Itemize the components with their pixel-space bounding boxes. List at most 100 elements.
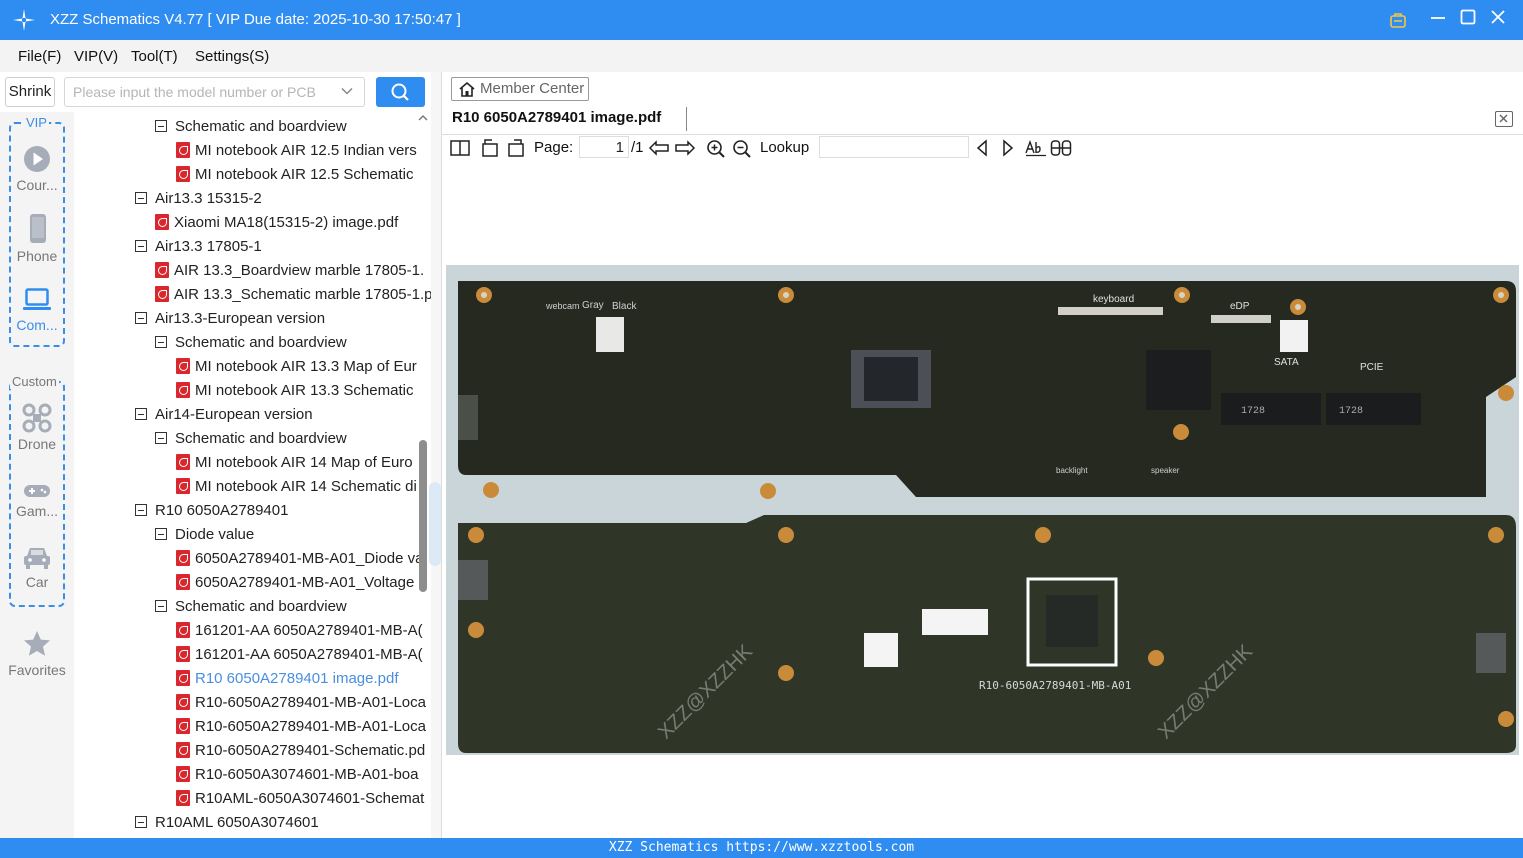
document-tab[interactable]: R10 6050A2789401 image.pdf <box>452 109 661 126</box>
vip-bag-icon[interactable] <box>1389 11 1407 29</box>
collapse-toggle-icon[interactable] <box>155 600 167 612</box>
tree-file-item[interactable]: MI notebook AIR 12.5 Schematic <box>176 163 413 187</box>
category-car[interactable]: Car <box>0 545 74 590</box>
tree-file-item[interactable]: R10-6050A2789401-MB-A01-Loca <box>176 715 426 739</box>
menu-settings[interactable]: Settings(S) <box>195 48 269 65</box>
previous-page-icon[interactable] <box>648 139 670 157</box>
tree-file-item[interactable]: R10-6050A2789401-MB-A01-Loca <box>176 691 426 715</box>
minimize-icon[interactable] <box>1426 8 1450 32</box>
category-phone[interactable]: Phone <box>0 213 74 264</box>
member-center-button[interactable]: Member Center <box>451 77 589 101</box>
splitter-handle[interactable] <box>429 482 441 566</box>
tree-folder-item[interactable]: Air13.3-European version <box>135 307 325 331</box>
tree-folder-item[interactable]: Schematic and boardview <box>155 115 347 139</box>
tree-file-item[interactable]: 161201-AA 6050A2789401-MB-A( <box>176 643 423 667</box>
shrink-button[interactable]: Shrink <box>5 77 55 107</box>
tree-folder-item[interactable]: Air13.3 15315-2 <box>135 187 262 211</box>
collapse-toggle-icon[interactable] <box>155 336 167 348</box>
tree-folder-item[interactable]: Diode value <box>155 523 254 547</box>
tree-item-label: 6050A2789401-MB-A01_Diode va <box>195 550 424 567</box>
pdf-file-icon <box>176 574 190 590</box>
category-drone[interactable]: Drone <box>0 403 74 452</box>
lookup-input[interactable] <box>819 136 969 158</box>
category-courses[interactable]: Cour... <box>0 144 74 193</box>
tree-file-item[interactable]: R10 6050A2789401 image.pdf <box>176 667 399 691</box>
scroll-up-icon[interactable] <box>418 114 428 125</box>
board-label: keyboard <box>1093 294 1134 305</box>
collapse-toggle-icon[interactable] <box>135 240 147 252</box>
tree-folder-item[interactable]: R10 6050A2789401 <box>135 499 288 523</box>
find-next-icon[interactable] <box>1001 139 1015 157</box>
next-page-icon[interactable] <box>674 139 696 157</box>
tree-file-item[interactable]: 161201-AA 6050A2789401-MB-A( <box>176 619 423 643</box>
collapse-toggle-icon[interactable] <box>135 504 147 516</box>
tree-item-label: MI notebook AIR 14 Schematic di <box>195 478 417 495</box>
vip-group-label: VIP <box>24 115 49 130</box>
close-icon[interactable] <box>1486 8 1510 32</box>
tree-folder-item[interactable]: Schematic and boardview <box>155 331 347 355</box>
two-page-icon[interactable] <box>450 139 470 157</box>
category-favorites[interactable]: Favorites <box>0 629 74 678</box>
collapse-toggle-icon[interactable] <box>135 192 147 204</box>
menu-file[interactable]: File(F) <box>18 48 61 65</box>
tree-file-item[interactable]: MI notebook AIR 14 Map of Euro <box>176 451 413 475</box>
chevron-down-icon[interactable] <box>340 84 354 101</box>
status-bar: XZZ Schematics https://www.xzztools.com <box>0 838 1523 858</box>
tree-file-item[interactable]: Xiaomi MA18(15315-2) image.pdf <box>155 211 398 235</box>
document-area[interactable]: webcam Gray Black keyboard eDP SATA PCIE… <box>442 162 1523 838</box>
category-computer[interactable]: Com... <box>0 286 74 333</box>
collapse-toggle-icon[interactable] <box>135 312 147 324</box>
tree-file-item[interactable]: MI notebook AIR 14 Schematic di <box>176 475 417 499</box>
rotate-right-icon[interactable] <box>506 139 526 157</box>
model-search-input[interactable]: Please input the model number or PCB <box>64 77 365 107</box>
tree-folder-item[interactable]: Schematic and boardview <box>155 427 347 451</box>
find-previous-icon[interactable] <box>975 139 989 157</box>
whole-word-icon[interactable] <box>1050 139 1072 157</box>
zoom-out-icon[interactable] <box>732 139 752 159</box>
zoom-in-icon[interactable] <box>706 139 726 159</box>
collapse-toggle-icon[interactable] <box>155 120 167 132</box>
tree-folder-item[interactable]: Air14-European version <box>135 403 313 427</box>
close-pane-icon[interactable] <box>1495 111 1513 127</box>
board-label: Black <box>612 301 637 312</box>
category-label: Car <box>25 574 49 590</box>
page-label: Page: <box>534 139 574 156</box>
tree-file-item[interactable]: R10-6050A3074601-MB-A01-boa <box>176 763 418 787</box>
tree-item-label: Air13.3 15315-2 <box>155 190 262 207</box>
tree-file-item[interactable]: MI notebook AIR 12.5 Indian vers <box>176 139 417 163</box>
model-tree: Schematic and boardview MI notebook AIR 1… <box>75 112 431 838</box>
pane-splitter[interactable] <box>429 72 441 838</box>
tree-file-item[interactable]: 6050A2789401-MB-A01_Voltage ( <box>176 571 424 595</box>
collapse-toggle-icon[interactable] <box>135 408 147 420</box>
tree-file-item[interactable]: R10-6050A2789401-Schematic.pd <box>176 739 425 763</box>
tree-file-item[interactable]: MI notebook AIR 13.3 Schematic <box>176 379 413 403</box>
collapse-toggle-icon[interactable] <box>135 816 147 828</box>
menu-tool[interactable]: Tool(T) <box>131 48 178 65</box>
tree-item-label: Air13.3 17805-1 <box>155 238 262 255</box>
tree-file-item[interactable]: MI notebook AIR 13.3 Map of Eur <box>176 355 417 379</box>
tree-file-item[interactable]: R10AML-6050A3074601-Schemat <box>176 787 424 811</box>
lookup-label: Lookup <box>760 139 810 156</box>
search-button[interactable] <box>376 77 425 107</box>
maximize-icon[interactable] <box>1456 8 1480 32</box>
tree-item-label: R10 6050A2789401 <box>155 502 289 519</box>
tree-folder-item[interactable]: Schematic and boardview <box>155 595 347 619</box>
tree-file-item[interactable]: AIR 13.3_Boardview marble 17805-1. <box>155 259 424 283</box>
tree-item-label: R10-6050A2789401-Schematic.pd <box>195 742 426 759</box>
tree-folder-item[interactable]: R10AML 6050A3074601 <box>135 811 319 835</box>
laptop-icon <box>23 288 51 310</box>
tree-scrollbar[interactable] <box>419 440 427 592</box>
tree-folder-item[interactable]: Air13.3 17805-1 <box>135 235 262 259</box>
category-sidebar: VIP Cour... Phone Com... Custom Drone Ga… <box>0 112 74 838</box>
category-game[interactable]: Gam... <box>0 480 74 519</box>
page-number-input[interactable]: 1 <box>579 136 629 158</box>
menu-vip[interactable]: VIP(V) <box>74 48 118 65</box>
tree-item-label: Schematic and boardview <box>175 334 347 351</box>
rotate-left-icon[interactable] <box>480 139 500 157</box>
collapse-toggle-icon[interactable] <box>155 528 167 540</box>
viewer-toolbar: Page: 1 /1 Lookup <box>442 135 1523 161</box>
tree-file-item[interactable]: AIR 13.3_Schematic marble 17805-1.p <box>155 283 431 307</box>
match-case-icon[interactable] <box>1025 139 1047 157</box>
collapse-toggle-icon[interactable] <box>155 432 167 444</box>
tree-file-item[interactable]: 6050A2789401-MB-A01_Diode va <box>176 547 424 571</box>
